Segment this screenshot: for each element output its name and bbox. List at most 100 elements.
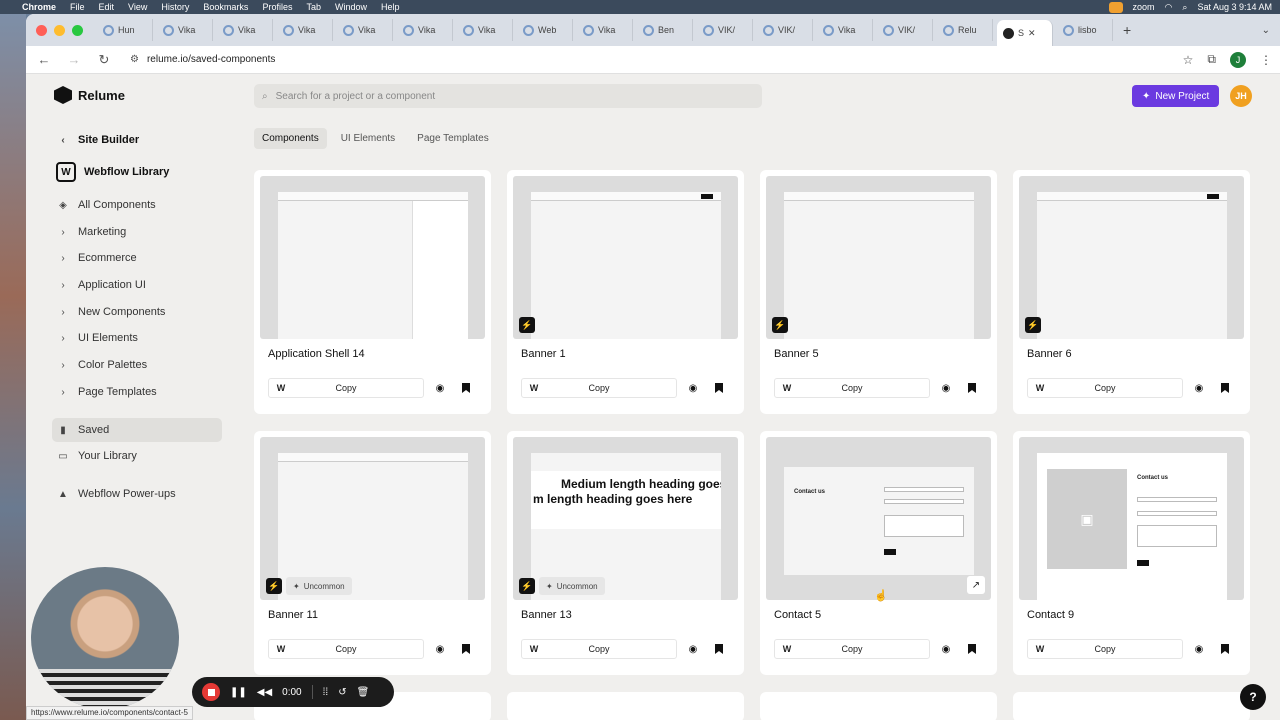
component-card[interactable]: Contact us ↗ Contact 5 W Copy ◉ xyxy=(760,431,997,675)
menu-window[interactable]: Window xyxy=(335,2,367,12)
component-preview[interactable]: ▣ Contact us xyxy=(1019,437,1244,600)
component-card[interactable]: Application Shell 14 W Copy ◉ xyxy=(254,170,491,414)
browser-tab[interactable]: VIK/ xyxy=(697,19,753,41)
menu-history[interactable]: History xyxy=(161,2,189,12)
address-bar[interactable]: ⚙ relume.io/saved-components xyxy=(124,49,1173,71)
bookmark-icon[interactable] xyxy=(1217,641,1233,657)
copy-button[interactable]: W Copy xyxy=(268,639,424,659)
microphone-icon[interactable] xyxy=(1108,1,1123,13)
browser-tab[interactable]: Vika xyxy=(397,19,453,41)
menu-file[interactable]: File xyxy=(70,2,85,12)
sidebar-item-saved[interactable]: ▮ Saved xyxy=(52,418,222,442)
component-card[interactable]: ⚡ Banner 1 W Copy ◉ xyxy=(507,170,744,414)
component-preview[interactable]: ⚡ xyxy=(513,176,738,339)
sidebar-item-application-ui[interactable]: › Application UI xyxy=(52,273,222,297)
card-title[interactable]: Banner 13 xyxy=(521,609,572,621)
card-title[interactable]: Banner 5 xyxy=(774,348,819,360)
bookmark-icon[interactable] xyxy=(964,380,980,396)
card-title[interactable]: Banner 6 xyxy=(1027,348,1072,360)
card-title[interactable]: Banner 11 xyxy=(268,609,318,621)
copy-button[interactable]: W Copy xyxy=(1027,378,1183,398)
preview-eye-icon[interactable]: ◉ xyxy=(685,380,701,396)
copy-button[interactable]: W Copy xyxy=(774,378,930,398)
card-title[interactable]: Contact 5 xyxy=(774,609,821,621)
component-card[interactable] xyxy=(1013,692,1250,720)
new-project-button[interactable]: ✦ New Project xyxy=(1132,85,1220,107)
component-card[interactable] xyxy=(760,692,997,720)
browser-tab[interactable]: Ben xyxy=(637,19,693,41)
bookmark-star-icon[interactable]: ☆ xyxy=(1183,53,1194,67)
card-title[interactable]: Contact 9 xyxy=(1027,609,1074,621)
menu-tab[interactable]: Tab xyxy=(306,2,321,12)
sidebar-item-webflow-power-ups[interactable]: ▲ Webflow Power-ups xyxy=(52,482,222,506)
sidebar-back-site-builder[interactable]: ‹ Site Builder xyxy=(52,128,222,152)
bookmark-icon[interactable] xyxy=(1217,380,1233,396)
menu-help[interactable]: Help xyxy=(381,2,400,12)
preview-eye-icon[interactable]: ◉ xyxy=(432,380,448,396)
browser-tab[interactable]: Vika xyxy=(157,19,213,41)
component-card[interactable]: ⚡ ✦ Uncommon Banner 11 W Copy ◉ xyxy=(254,431,491,675)
tab-page-templates[interactable]: Page Templates xyxy=(409,128,497,149)
browser-tab[interactable]: VIK/ xyxy=(877,19,933,41)
search-bar[interactable]: ⌕ Search for a project or a component xyxy=(254,84,762,108)
copy-button[interactable]: W Copy xyxy=(1027,639,1183,659)
copy-button[interactable]: W Copy xyxy=(521,639,677,659)
preview-eye-icon[interactable]: ◉ xyxy=(1191,380,1207,396)
bookmark-icon[interactable] xyxy=(458,641,474,657)
menubar-app-name[interactable]: Chrome xyxy=(22,2,56,12)
tab-close-icon[interactable]: ✕ xyxy=(1028,28,1036,39)
reload-icon[interactable]: ↻ xyxy=(94,52,114,68)
expand-arrow-icon[interactable]: ↗ xyxy=(967,576,985,594)
copy-button[interactable]: W Copy xyxy=(521,378,677,398)
trash-icon[interactable]: 🗑 xyxy=(357,687,370,698)
relume-logo[interactable]: Relume xyxy=(54,86,125,104)
preview-eye-icon[interactable]: ◉ xyxy=(432,641,448,657)
stop-recording-button[interactable] xyxy=(202,683,220,701)
browser-tab[interactable]: Relu xyxy=(937,19,993,41)
preview-eye-icon[interactable]: ◉ xyxy=(938,641,954,657)
new-tab-icon[interactable]: + xyxy=(1117,22,1137,38)
minimize-window-icon[interactable] xyxy=(54,24,65,36)
wifi-icon[interactable]: ◠ xyxy=(1165,2,1173,13)
preview-eye-icon[interactable]: ◉ xyxy=(938,380,954,396)
browser-tab-active[interactable]: S ✕ xyxy=(997,20,1053,46)
menu-view[interactable]: View xyxy=(128,2,147,12)
component-card[interactable] xyxy=(507,692,744,720)
site-info-icon[interactable]: ⚙ xyxy=(130,54,139,65)
extensions-puzzle-icon[interactable]: ⧉ xyxy=(1207,52,1216,67)
browser-tab[interactable]: Vika xyxy=(577,19,633,41)
menu-profiles[interactable]: Profiles xyxy=(262,2,292,12)
restart-icon[interactable]: ↺ xyxy=(338,687,346,698)
browser-tab[interactable]: Vika xyxy=(277,19,333,41)
sidebar-item-all-components[interactable]: ◈ All Components xyxy=(52,193,222,217)
browser-tab[interactable]: lisbo xyxy=(1057,19,1113,41)
sidebar-item-ui-elements[interactable]: › UI Elements xyxy=(52,326,222,350)
grid-dots-icon[interactable]: ⁞⁞ xyxy=(323,687,329,698)
pause-icon[interactable]: ❚❚ xyxy=(230,687,247,698)
component-card[interactable]: Medium length heading goes m length head… xyxy=(507,431,744,675)
browser-tab[interactable]: Vika xyxy=(217,19,273,41)
browser-menu-kebab-icon[interactable]: ⋮ xyxy=(1260,53,1272,67)
browser-tab[interactable]: Web xyxy=(517,19,573,41)
forward-arrow-icon[interactable]: → xyxy=(64,52,84,67)
menu-edit[interactable]: Edit xyxy=(99,2,115,12)
component-preview[interactable]: Contact us ↗ xyxy=(766,437,991,600)
user-avatar[interactable]: JH xyxy=(1230,85,1252,107)
close-window-icon[interactable] xyxy=(36,24,47,36)
component-preview[interactable] xyxy=(260,176,485,339)
sidebar-item-color-palettes[interactable]: › Color Palettes xyxy=(52,353,222,377)
sidebar-item-new-components[interactable]: › New Components xyxy=(52,300,222,324)
component-preview[interactable]: ⚡ ✦ Uncommon xyxy=(260,437,485,600)
preview-eye-icon[interactable]: ◉ xyxy=(1191,641,1207,657)
card-title[interactable]: Application Shell 14 xyxy=(268,348,365,360)
component-preview[interactable]: ⚡ xyxy=(766,176,991,339)
copy-button[interactable]: W Copy xyxy=(774,639,930,659)
browser-tab[interactable]: Vika xyxy=(817,19,873,41)
sidebar-item-page-templates[interactable]: › Page Templates xyxy=(52,380,222,404)
sidebar-webflow-library[interactable]: W Webflow Library xyxy=(52,160,222,184)
preview-eye-icon[interactable]: ◉ xyxy=(685,641,701,657)
bookmark-icon[interactable] xyxy=(964,641,980,657)
component-card[interactable]: ⚡ Banner 5 W Copy ◉ xyxy=(760,170,997,414)
tab-search-chevron-icon[interactable]: ⌄ xyxy=(1262,25,1270,36)
browser-tab[interactable]: Vika xyxy=(457,19,513,41)
